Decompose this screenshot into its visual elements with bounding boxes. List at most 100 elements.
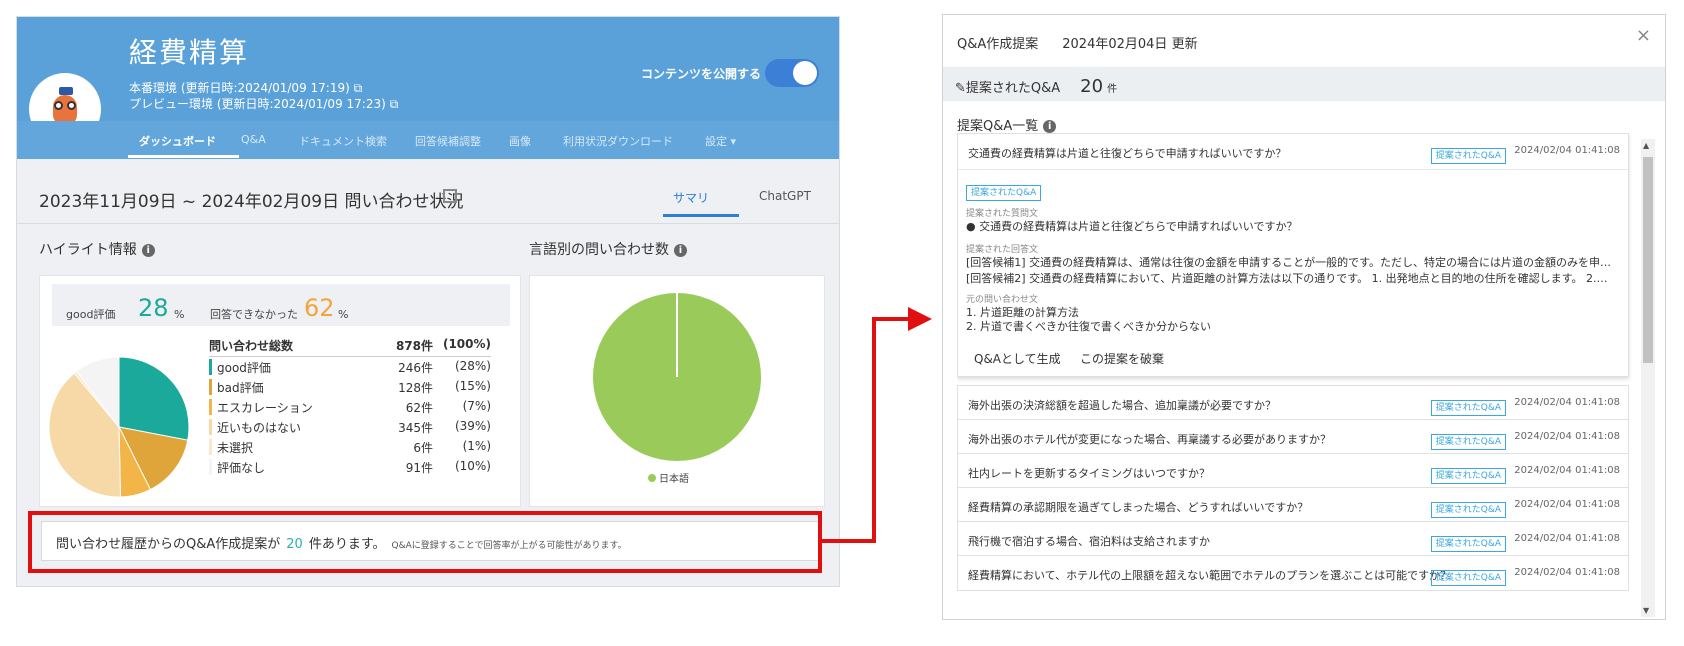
legend-swatch [209, 359, 212, 375]
status-badge: 提案されたQ&A [1430, 531, 1506, 552]
expanded-header[interactable]: 交通費の経費精算は片道と往復どちらで申請すればいいですか？ 提案されたQ&A 2… [958, 134, 1628, 170]
status-badge: 提案されたQ&A [1430, 395, 1506, 416]
page-title: 経費精算 [129, 36, 250, 69]
timestamp: 2024/02/04 01:41:08 [1514, 499, 1620, 510]
list-title: 提案Q&A一覧 i [957, 115, 1057, 134]
stats-label: 未選択 [217, 441, 254, 455]
qa-suggestion-dialog: Q&A作成提案 2024年02月04日 更新 × ✎提案されたQ&A 20 件 提案Q… [942, 14, 1666, 620]
env-preview-link[interactable]: プレビュー環境 (更新日時:2024/01/09 17:23) ⧉ [129, 95, 398, 112]
stats-header: 問い合わせ総数 878件 (100%) [209, 335, 491, 357]
timestamp: 2024/02/04 01:41:08 [1514, 431, 1620, 442]
legend-swatch [209, 379, 212, 395]
stats-percent: (1%) [462, 439, 491, 453]
tab-answer-tuning[interactable]: 回答候補調整 [415, 133, 481, 149]
publish-toggle[interactable] [765, 59, 819, 87]
tab-qa[interactable]: Q&A [241, 133, 266, 146]
stats-table: 問い合わせ総数 878件 (100%) good評価 246件 (28%) bad評価… [209, 335, 491, 477]
close-icon[interactable]: × [1636, 25, 1651, 46]
list-item[interactable]: 経費精算の承認期限を過ぎてしまった場合、どうすればいいですか？ 提案されたQ&A 2… [957, 487, 1629, 523]
owl-eye-icon [67, 101, 76, 110]
stats-count: 6件 [413, 441, 433, 455]
tab-images[interactable]: 画像 [509, 133, 531, 149]
timestamp: 2024/02/04 01:41:08 [1514, 465, 1620, 476]
tab-usage-download[interactable]: 利用状況ダウンロード [563, 133, 673, 149]
tab-settings[interactable]: 設定 ▾ [705, 133, 736, 149]
scroll-down-icon[interactable]: ▼ [1643, 606, 1649, 615]
lang-title: 言語別の問い合わせ数 i [529, 239, 687, 259]
external-link-icon[interactable]: ⧉ [354, 81, 363, 95]
stats-row: 未選択 6件 (1%) [209, 437, 491, 457]
timestamp: 2024/02/04 01:41:08 [1514, 567, 1620, 578]
list-item[interactable]: 海外出張のホテル代が変更になった場合、再稟議する必要がありますか？ 提案されたQ&… [957, 419, 1629, 455]
stats-label: 評価なし [217, 461, 266, 475]
stats-row: エスカレーション 62件 (7%) [209, 397, 491, 417]
unanswered-label: 回答できなかった [210, 308, 298, 321]
tab-chatgpt[interactable]: ChatGPT [759, 189, 811, 203]
external-link-icon[interactable]: ⧉ [390, 97, 399, 111]
tab-summary[interactable]: サマリ [673, 189, 709, 206]
app-header: 経費精算 本番環境 (更新日時:2024/01/09 17:19) ⧉ プレビュ… [17, 17, 839, 159]
stats-label: 近いものはない [217, 421, 302, 435]
calendar-icon[interactable] [443, 189, 457, 203]
suggested-count: ✎提案されたQ&A 20 件 [955, 76, 1118, 97]
env-prod-link[interactable]: 本番環境 (更新日時:2024/01/09 17:19) ⧉ [129, 79, 362, 96]
unanswered-value: 62 [304, 294, 335, 322]
timestamp: 2024/02/04 01:41:08 [1514, 533, 1620, 544]
stats-row: 近いものはない 345件 (39%) [209, 417, 491, 437]
status-badge: 提案されたQ&A [1430, 143, 1506, 164]
publish-label: コンテンツを公開する [641, 67, 762, 81]
info-icon[interactable]: i [1043, 120, 1057, 133]
status-badge: 提案されたQ&A [1430, 497, 1506, 518]
list-item[interactable]: 飛行機で宿泊する場合、宿泊料は支給されますか 提案されたQ&A 2024/02/04… [957, 521, 1629, 557]
answer-candidate-2: [回答候補2] 交通費の経費精算において、片道距離の計算方法は以下の通りです。 … [966, 272, 1608, 285]
list-item[interactable]: 社内レートを更新するタイミングはいつですか？ 提案されたQ&A 2024/02/04… [957, 453, 1629, 489]
stats-percent: (7%) [462, 399, 491, 413]
scroll-up-icon[interactable]: ▲ [1643, 141, 1649, 150]
stats-label: エスカレーション [217, 401, 313, 415]
list-item-expanded[interactable]: 交通費の経費精算は片道と往復どちらで申請すればいいですか？ 提案されたQ&A 2… [957, 133, 1629, 377]
question-text: 海外出張のホテル代が変更になった場合、再稟議する必要がありますか？ [968, 433, 1331, 446]
chat-bubble-icon: ● [966, 220, 976, 233]
owl-eye-icon [54, 101, 63, 110]
language-pie-chart [593, 293, 761, 461]
dialog-title: Q&A作成提案 2024年02月04日 更新 [957, 37, 1198, 52]
stats-row: good評価 246件 (28%) [209, 357, 491, 377]
tab-dashboard[interactable]: ダッシュボード [139, 133, 216, 149]
owl-cap-icon [59, 87, 73, 95]
arrow-line [872, 317, 912, 321]
list-item[interactable]: 海外出張の決済総額を超過した場合、追加稟議が必要ですか？ 提案されたQ&A 2024… [957, 385, 1629, 421]
highlight-title: ハイライト情報 i [39, 239, 155, 259]
toggle-knob [793, 61, 817, 85]
legend-swatch [209, 439, 212, 455]
kpi-bar: good評価 28 % 回答できなかった 62 % [52, 284, 510, 326]
chevron-down-icon[interactable]: ▾ [731, 135, 737, 148]
good-value: 28 [138, 294, 169, 322]
question-text: 飛行機で宿泊する場合、宿泊料は支給されますか [968, 535, 1210, 548]
language-card: 日本語 [529, 275, 825, 507]
suggested-question: ● 交通費の経費精算は片道と往復どちらで申請すればいいですか？ [966, 220, 1298, 233]
scrollbar-thumb[interactable] [1643, 157, 1653, 363]
status-badge: 提案されたQ&A [966, 180, 1042, 201]
good-unit: % [174, 308, 185, 321]
list-item[interactable]: 経費精算において、ホテル代の上限額を超えない範囲でホテルのプランを選ぶことは可能… [957, 555, 1629, 591]
stats-count: 246件 [398, 361, 433, 375]
stats-count: 62件 [405, 401, 433, 415]
divider [17, 223, 839, 224]
active-tab-indicator [128, 155, 239, 158]
status-badge: 提案されたQ&A [1430, 463, 1506, 484]
legend-dot [648, 474, 656, 482]
tab-document-search[interactable]: ドキュメント検索 [299, 133, 387, 149]
stats-count: 128件 [398, 381, 433, 395]
info-icon[interactable]: i [141, 244, 155, 257]
stats-count: 345件 [398, 421, 433, 435]
highlight-frame [28, 511, 822, 573]
pie-slice [118, 356, 190, 441]
arrow-line [822, 539, 876, 543]
arrow-line [872, 317, 876, 543]
discard-button[interactable]: この提案を破棄 [1080, 350, 1164, 367]
question-text: 社内レートを更新するタイミングはいつですか？ [968, 467, 1210, 480]
create-qa-button[interactable]: Q&Aとして生成 [974, 350, 1061, 367]
info-icon[interactable]: i [674, 244, 687, 257]
answer-candidate-1: [回答候補1] 交通費の経費精算は、通常は往復の金額を申請することが一般的です。… [966, 256, 1611, 269]
scrollbar[interactable]: ▲ ▼ [1641, 139, 1655, 617]
